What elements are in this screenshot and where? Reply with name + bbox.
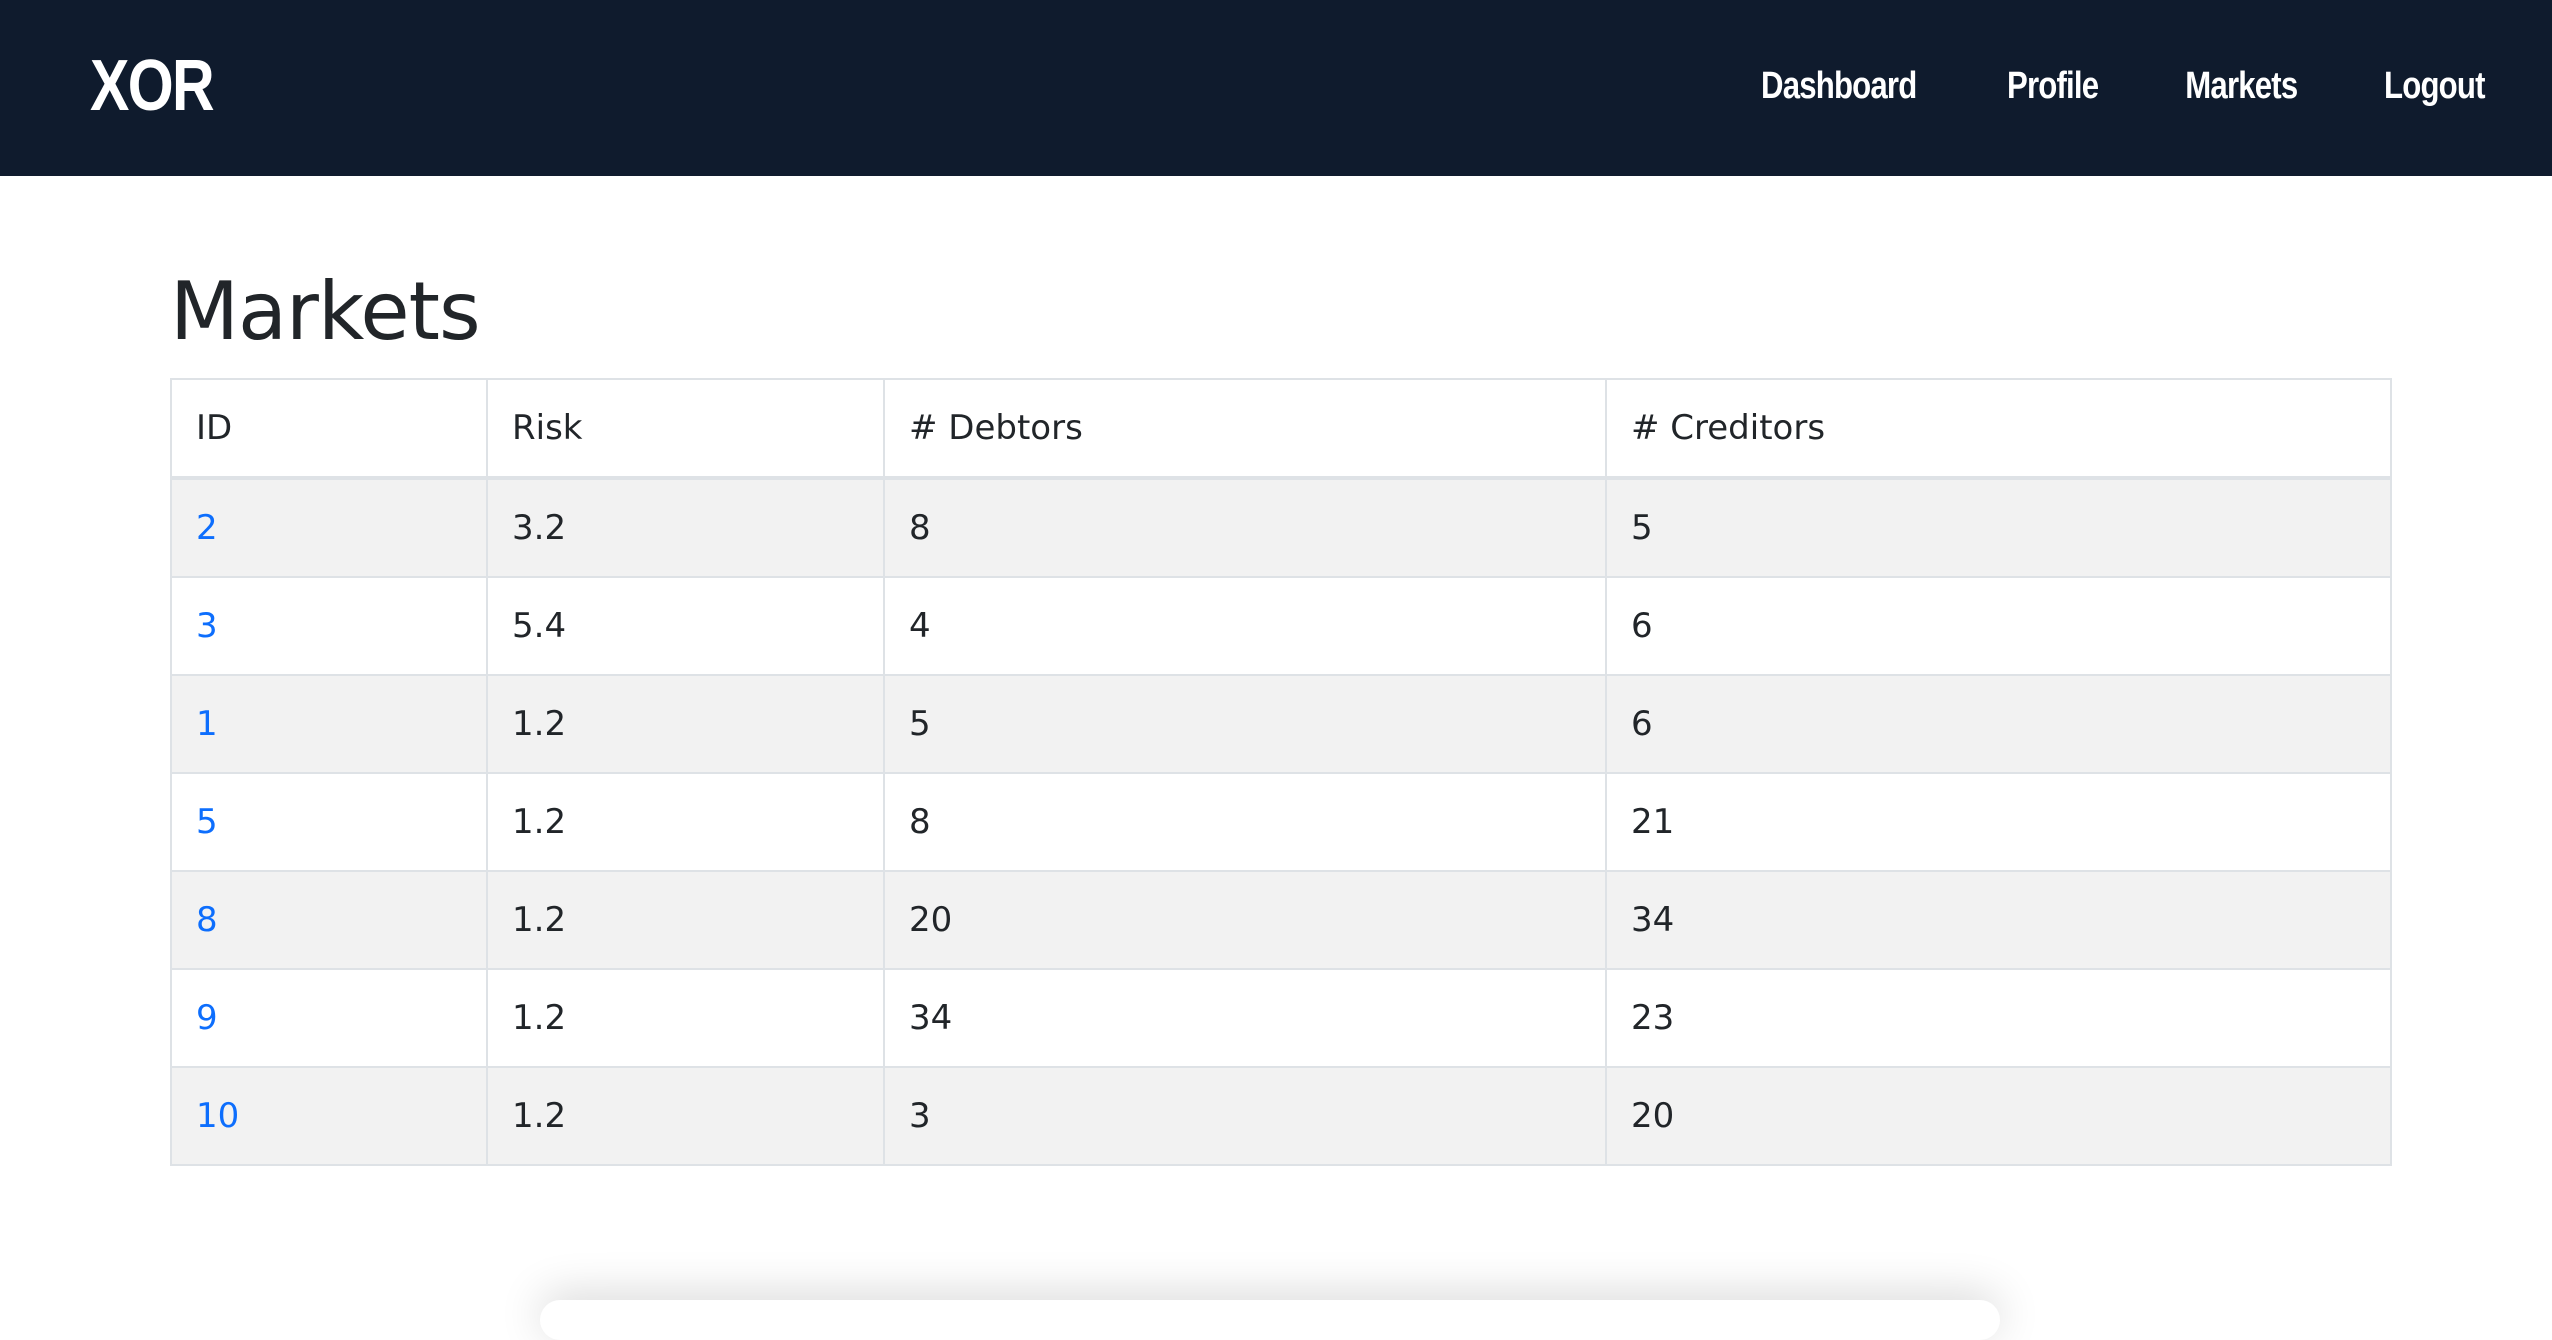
markets-table-container: ID Risk # Debtors # Creditors 2 3.2 8 5 … [170, 378, 2392, 1166]
page-title: Markets [170, 265, 481, 358]
cell-creditors: 34 [1605, 870, 2392, 970]
cell-debtors: 4 [883, 576, 1607, 676]
cell-id: 1 [170, 674, 488, 774]
table-row: 8 1.2 20 34 [170, 870, 2392, 970]
cell-debtors: 20 [883, 870, 1607, 970]
cell-debtors: 3 [883, 1066, 1607, 1166]
cell-risk: 1.2 [486, 674, 885, 774]
header-debtors: # Debtors [883, 378, 1607, 480]
cell-creditors: 5 [1605, 477, 2392, 578]
cell-creditors: 23 [1605, 968, 2392, 1068]
market-id-link[interactable]: 2 [196, 508, 218, 548]
header-id: ID [170, 378, 488, 480]
cell-risk: 1.2 [486, 870, 885, 970]
cell-id: 2 [170, 477, 488, 578]
market-id-link[interactable]: 1 [196, 704, 218, 744]
market-id-link[interactable]: 3 [196, 606, 218, 646]
header-risk: Risk [486, 378, 885, 480]
cell-creditors: 6 [1605, 674, 2392, 774]
market-id-link[interactable]: 5 [196, 802, 218, 842]
market-id-link[interactable]: 8 [196, 900, 218, 940]
table-row: 1 1.2 5 6 [170, 674, 2392, 774]
cell-debtors: 34 [883, 968, 1607, 1068]
cell-risk: 3.2 [486, 477, 885, 578]
header-creditors: # Creditors [1605, 378, 2392, 480]
cell-debtors: 5 [883, 674, 1607, 774]
nav-links: Dashboard Profile Markets Logout [1744, 58, 2496, 114]
table-row: 2 3.2 8 5 [170, 477, 2392, 578]
nav-link-profile[interactable]: Profile [2007, 58, 2099, 114]
brand-logo[interactable]: XOR [90, 44, 215, 128]
cell-risk: 1.2 [486, 1066, 885, 1166]
cell-risk: 5.4 [486, 576, 885, 676]
nav-link-markets[interactable]: Markets [2185, 58, 2298, 114]
cell-creditors: 20 [1605, 1066, 2392, 1166]
top-navbar: XOR Dashboard Profile Markets Logout [0, 0, 2552, 176]
table-row: 9 1.2 34 23 [170, 968, 2392, 1068]
nav-link-logout[interactable]: Logout [2384, 58, 2485, 114]
cell-id: 8 [170, 870, 488, 970]
table-header-row: ID Risk # Debtors # Creditors [170, 378, 2392, 480]
cell-id: 3 [170, 576, 488, 676]
cell-id: 9 [170, 968, 488, 1068]
market-id-link[interactable]: 9 [196, 998, 218, 1038]
cell-debtors: 8 [883, 772, 1607, 872]
nav-link-dashboard[interactable]: Dashboard [1761, 58, 1917, 114]
table-row: 10 1.2 3 20 [170, 1066, 2392, 1166]
markets-table: ID Risk # Debtors # Creditors 2 3.2 8 5 … [170, 378, 2392, 1166]
cell-id: 5 [170, 772, 488, 872]
footer-card-edge [540, 1300, 2000, 1340]
cell-debtors: 8 [883, 477, 1607, 578]
cell-creditors: 6 [1605, 576, 2392, 676]
table-row: 3 5.4 4 6 [170, 576, 2392, 676]
cell-risk: 1.2 [486, 772, 885, 872]
cell-creditors: 21 [1605, 772, 2392, 872]
cell-id: 10 [170, 1066, 488, 1166]
market-id-link[interactable]: 10 [196, 1096, 239, 1136]
table-row: 5 1.2 8 21 [170, 772, 2392, 872]
cell-risk: 1.2 [486, 968, 885, 1068]
